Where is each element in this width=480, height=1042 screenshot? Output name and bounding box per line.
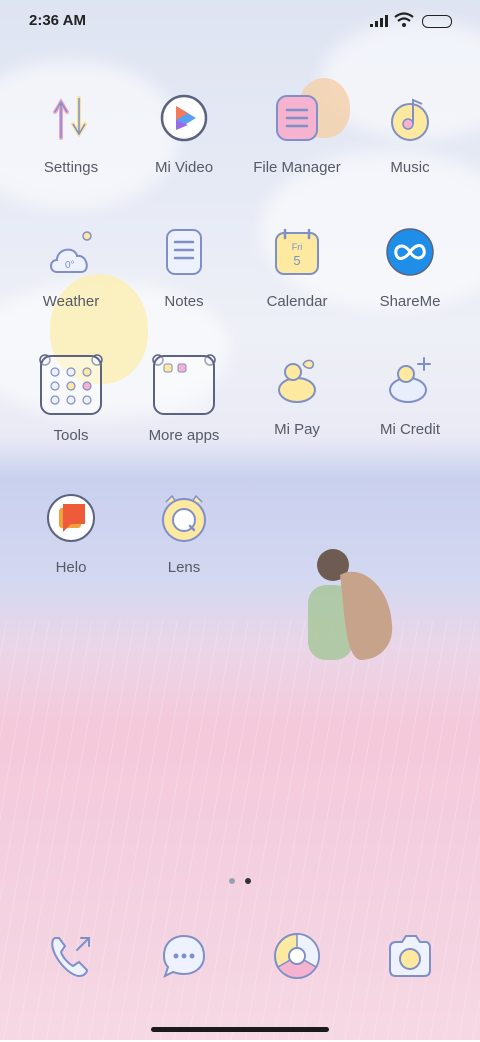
- page-dot-1[interactable]: [229, 878, 235, 884]
- lens-icon: [162, 494, 206, 542]
- folder-label: More apps: [148, 427, 220, 444]
- camera-icon: [389, 935, 431, 977]
- app-label: Mi Pay: [274, 421, 320, 438]
- app-label: Weather: [42, 293, 100, 310]
- app-label: Music: [390, 159, 430, 176]
- app-label: Helo: [55, 559, 87, 576]
- dock-camera[interactable]: [355, 932, 465, 1042]
- app-label: Mi Video: [154, 159, 214, 176]
- mi-video-icon: [160, 94, 208, 142]
- page-indicator[interactable]: [0, 878, 480, 888]
- app-label: ShareMe: [379, 293, 441, 310]
- status-bar: 2:36 AM: [0, 0, 480, 44]
- battery-icon: [422, 15, 452, 28]
- home-indicator-bar[interactable]: [151, 1027, 329, 1032]
- page-dot-2-active[interactable]: [245, 878, 251, 884]
- mi-credit-icon: [389, 357, 431, 403]
- app-weather[interactable]: 0° Weather: [16, 228, 126, 338]
- app-file-manager[interactable]: File Manager: [242, 94, 352, 204]
- app-mi-pay[interactable]: Mi Pay: [242, 356, 352, 466]
- phone-icon: [51, 937, 90, 978]
- app-shareme[interactable]: ShareMe: [355, 228, 465, 338]
- dock-browser[interactable]: [242, 932, 352, 1042]
- browser-icon: [274, 933, 320, 979]
- dock-phone[interactable]: [16, 932, 126, 1042]
- app-music[interactable]: Music: [355, 94, 465, 204]
- folder-label: Tools: [53, 427, 89, 444]
- music-icon: [391, 98, 429, 141]
- app-mi-video[interactable]: Mi Video: [129, 94, 239, 204]
- more-apps-folder-icon: [152, 354, 216, 415]
- helo-icon: [47, 494, 95, 542]
- tools-folder-icon: [39, 354, 103, 415]
- app-label: Mi Credit: [379, 421, 440, 438]
- app-mi-credit[interactable]: Mi Credit: [355, 356, 465, 466]
- status-time: 2:36 AM: [29, 12, 86, 29]
- app-helo[interactable]: Helo: [16, 494, 126, 604]
- wifi-icon: [394, 12, 414, 27]
- notes-icon: [166, 229, 202, 275]
- mi-pay-icon: [278, 359, 316, 403]
- app-label: File Manager: [253, 159, 341, 176]
- file-manager-icon: [276, 95, 318, 141]
- calendar-icon: Fri 5: [275, 228, 319, 275]
- app-notes[interactable]: Notes: [129, 228, 239, 338]
- dock-messages[interactable]: [129, 932, 239, 1042]
- app-settings[interactable]: Settings: [16, 94, 126, 204]
- calendar-day-text: Fri: [292, 242, 303, 252]
- signal-icon: [370, 15, 388, 27]
- app-label: Calendar: [266, 293, 328, 310]
- calendar-date-text: 5: [293, 253, 300, 268]
- shareme-icon: [386, 228, 434, 276]
- weather-temp-text: 0°: [65, 260, 75, 271]
- app-lens[interactable]: Lens: [129, 494, 239, 604]
- app-calendar[interactable]: Fri 5 Calendar: [242, 228, 352, 338]
- messages-icon: [162, 934, 206, 978]
- folder-tools[interactable]: Tools: [16, 352, 126, 462]
- weather-icon: 0°: [50, 231, 92, 273]
- app-label: Settings: [43, 159, 99, 176]
- app-label: Notes: [164, 293, 204, 310]
- folder-more-apps[interactable]: More apps: [129, 352, 239, 462]
- app-label: Lens: [167, 559, 201, 576]
- settings-icon: [53, 96, 87, 140]
